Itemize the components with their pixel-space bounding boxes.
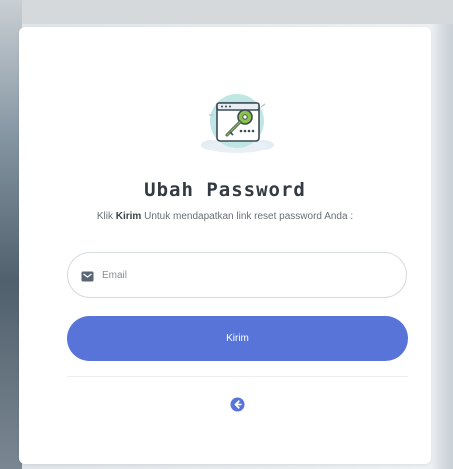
envelope-icon [81,269,94,282]
instruction-text: Klik Kirim Untuk mendapatkan link reset … [19,211,431,222]
back-arrow-icon[interactable] [230,397,245,412]
instruction-suffix: Untuk mendapatkan link reset password An… [141,211,354,222]
page-title: Ubah Password [144,179,306,201]
kirim-button[interactable]: Kirim [67,316,408,361]
instruction-bold-kirim: Kirim [115,211,142,222]
email-input[interactable] [102,263,392,287]
reset-password-card: Ubah Password Klik Kirim Untuk mendapatk… [19,27,431,464]
email-field-container[interactable] [67,252,407,298]
divider [67,376,408,377]
instruction-prefix: Klik [96,211,116,222]
key-lock-illustration-icon [199,87,275,157]
